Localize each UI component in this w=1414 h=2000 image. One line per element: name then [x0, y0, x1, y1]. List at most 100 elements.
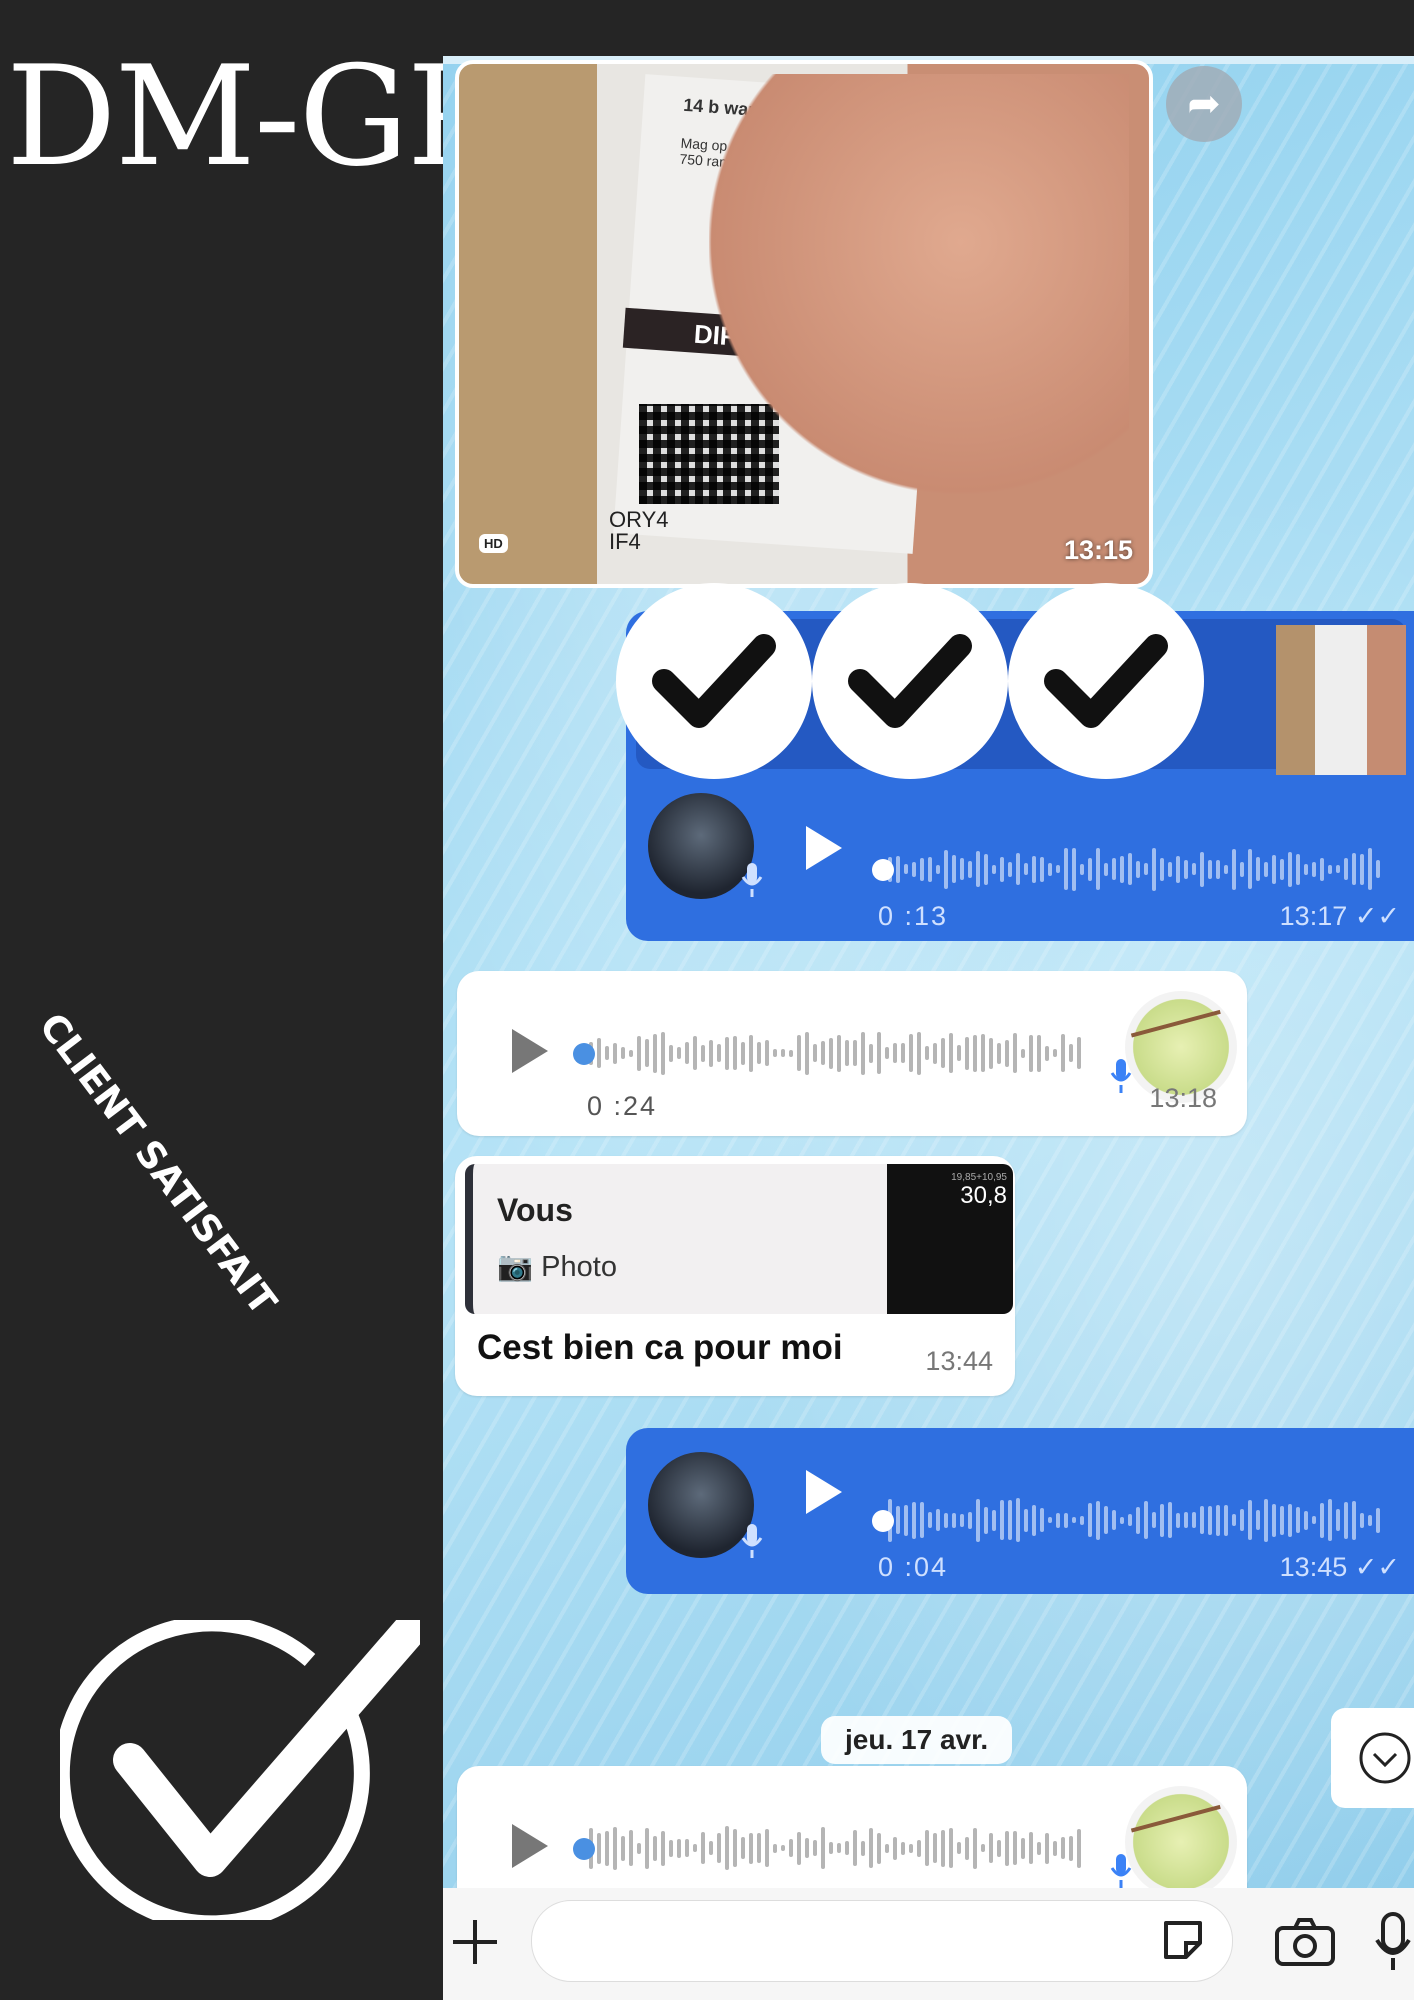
play-icon[interactable]: [512, 1029, 548, 1073]
waveform-bar: [797, 1035, 801, 1071]
waveform-bar: [1112, 858, 1116, 880]
waveform-bar: [933, 1833, 937, 1863]
waveform-bar: [1288, 1503, 1292, 1537]
waveform-bar: [1104, 1506, 1108, 1534]
waveform-in-2[interactable]: [573, 1818, 1081, 1878]
waveform-bar: [1029, 1832, 1033, 1864]
waveform-bar: [1360, 1512, 1364, 1528]
waveform-bar: [885, 1047, 889, 1059]
waveform-bar: [909, 1034, 913, 1072]
waveform-bar: [1160, 857, 1164, 881]
microphone-icon: [1110, 1854, 1132, 1888]
quote-type: 📷 Photo: [497, 1250, 617, 1284]
playhead-dot[interactable]: [573, 1838, 595, 1860]
play-icon[interactable]: [512, 1824, 548, 1868]
play-icon[interactable]: [806, 1470, 842, 1514]
hd-badge: HD: [479, 534, 508, 553]
scroll-down-button[interactable]: [1331, 1708, 1414, 1808]
waveform-bar: [1216, 859, 1220, 879]
waveform-bar: [605, 1046, 609, 1060]
waveform-bar: [813, 1044, 817, 1062]
photo-message[interactable]: 14 b ward de la c Mag op 750 rance 60021…: [455, 60, 1153, 588]
waveform-bar: [829, 1842, 833, 1854]
waveform-bar: [1272, 854, 1276, 884]
sticker-icon[interactable]: [1158, 1915, 1208, 1965]
waveform-bar: [1176, 855, 1180, 883]
message-time-text: 13:45: [1279, 1552, 1348, 1582]
big-checkmark-icon: [60, 1620, 420, 1920]
waveform-bar: [1232, 848, 1236, 890]
play-icon[interactable]: [806, 826, 842, 870]
waveform-bar: [741, 1041, 745, 1065]
waveform-bar: [1072, 1517, 1076, 1523]
waveform-bar: [1112, 1510, 1116, 1530]
playhead-dot[interactable]: [872, 1510, 894, 1532]
waveform-bar: [1296, 1507, 1300, 1533]
waveform-bar: [773, 1843, 777, 1853]
waveform-bar: [1000, 1500, 1004, 1540]
waveform-bar: [805, 1838, 809, 1858]
waveform-bar: [717, 1044, 721, 1062]
waveform-bar: [1224, 1504, 1228, 1536]
waveform-bar: [789, 1049, 793, 1057]
playhead-dot[interactable]: [573, 1043, 595, 1065]
waveform-bar: [597, 1832, 601, 1864]
brand-logo: DM-GP: [6, 36, 500, 197]
reply-message[interactable]: Vous 📷 Photo 19,85+10,95 30,8 Cest bien …: [455, 1156, 1015, 1396]
waveform-bar: [944, 849, 948, 889]
waveform-out-1[interactable]: [872, 839, 1380, 899]
forward-icon[interactable]: ➦: [1166, 66, 1242, 142]
playhead-dot[interactable]: [872, 859, 894, 881]
waveform-bar: [1005, 1830, 1009, 1866]
waveform-bar: [725, 1826, 729, 1870]
waveform-bar: [1368, 848, 1372, 890]
waveform-bar: [1077, 1828, 1081, 1868]
waveform-bar: [893, 1836, 897, 1860]
quote-author: Vous: [497, 1192, 573, 1228]
waveform-bar: [1005, 1039, 1009, 1067]
voice-message-in-1[interactable]: 0 :24 13:18: [457, 971, 1247, 1136]
waveform-bar: [781, 1049, 785, 1057]
waveform-in-1[interactable]: [573, 1023, 1081, 1083]
waveform-bar: [912, 861, 916, 877]
waveform-bar: [1053, 1840, 1057, 1856]
waveform-bar: [1037, 1034, 1041, 1072]
waveform-bar: [949, 1033, 953, 1073]
waveform-bar: [613, 1826, 617, 1870]
reply-quote[interactable]: Vous 📷 Photo 19,85+10,95 30,8: [465, 1164, 1013, 1314]
waveform-bar: [1192, 863, 1196, 875]
microphone-icon[interactable]: [1373, 1912, 1413, 1972]
waveform-bar: [981, 1034, 985, 1072]
waveform-bar: [1248, 1500, 1252, 1540]
waveform-bar: [1037, 1841, 1041, 1855]
waveform-bar: [936, 864, 940, 874]
message-input[interactable]: [531, 1900, 1233, 1982]
waveform-bar: [605, 1830, 609, 1866]
waveform-bar: [1061, 1034, 1065, 1072]
waveform-bar: [1208, 1505, 1212, 1535]
waveform-bar: [637, 1035, 641, 1071]
waveform-bar: [789, 1839, 793, 1857]
voice-message-out-2[interactable]: 0 :04 13:45 ✓✓: [626, 1428, 1414, 1594]
waveform-bar: [861, 1840, 865, 1856]
avatar: [648, 793, 754, 899]
message-time-text: 13:17: [1279, 901, 1348, 931]
waveform-bar: [968, 860, 972, 878]
photo-text-sort2: IF4: [609, 529, 641, 554]
waveform-bar: [1368, 1514, 1372, 1526]
waveform-bar: [984, 853, 988, 885]
waveform-out-2[interactable]: [872, 1490, 1380, 1550]
chat-screen[interactable]: 14 b ward de la c Mag op 750 rance 60021…: [443, 56, 1414, 2000]
waveform-bar: [1240, 861, 1244, 877]
waveform-bar: [1280, 858, 1284, 880]
waveform-bar: [765, 1829, 769, 1867]
camera-icon[interactable]: [1273, 1916, 1337, 1968]
waveform-bar: [1256, 1510, 1260, 1530]
waveform-bar: [1096, 848, 1100, 890]
plus-icon[interactable]: [449, 1916, 501, 1968]
waveform-bar: [677, 1838, 681, 1858]
waveform-bar: [1069, 1044, 1073, 1062]
waveform-bar: [1056, 865, 1060, 873]
waveform-bar: [701, 1044, 705, 1062]
waveform-bar: [1013, 1831, 1017, 1865]
